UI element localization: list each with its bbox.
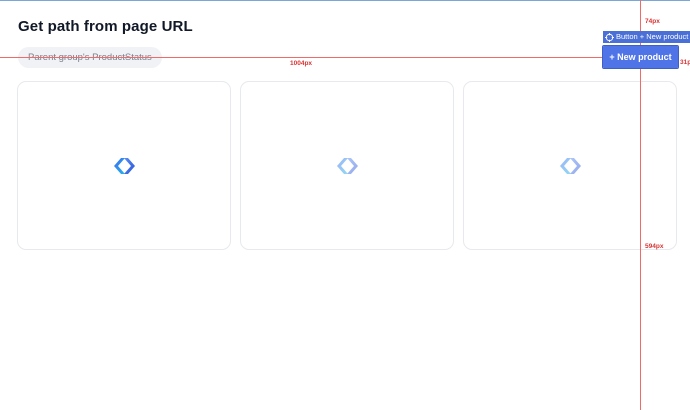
product-card[interactable] — [240, 81, 454, 250]
height-measurement-label: 594px — [645, 243, 664, 250]
new-product-button[interactable]: + New product — [602, 45, 679, 69]
target-icon — [605, 32, 614, 42]
inspector-tag-label: Button + New product — [616, 32, 689, 41]
product-card[interactable] — [17, 81, 231, 250]
horizontal-guide-line — [0, 57, 604, 58]
product-card[interactable] — [463, 81, 677, 250]
page-title: Get path from page URL — [18, 18, 193, 35]
loader-icon — [560, 158, 581, 174]
loader-icon — [114, 158, 135, 174]
loader-icon — [337, 158, 358, 174]
inspector-element-tag: Button + New product — [603, 31, 690, 43]
width-measurement-label: 1004px — [290, 60, 313, 67]
top-border-line — [0, 0, 690, 1]
top-offset-measurement-label: 74px — [645, 18, 660, 25]
button-height-measurement-label: 31px — [680, 59, 690, 66]
